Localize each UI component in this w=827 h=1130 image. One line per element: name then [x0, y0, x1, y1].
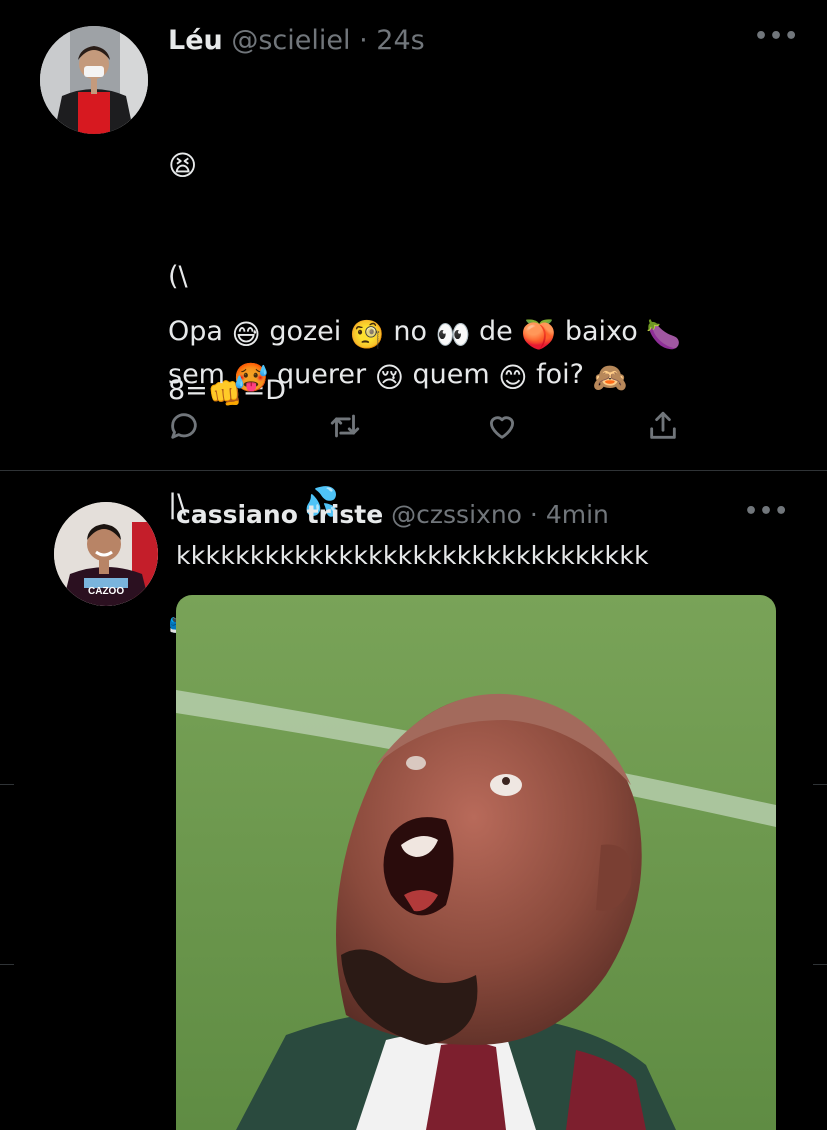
tweet-header: Léu @scieliel · 24s [168, 24, 425, 58]
share-icon[interactable] [643, 404, 683, 448]
side-divider [0, 784, 14, 785]
tweet-actions [0, 404, 827, 452]
like-icon[interactable] [482, 404, 522, 448]
tweet-media-image[interactable] [176, 595, 776, 1130]
timestamp[interactable]: 4min [546, 500, 609, 529]
jersey-sponsor-text: CAZOO [88, 586, 124, 597]
separator-dot: · [529, 500, 538, 529]
separator-dot: · [359, 25, 368, 56]
see-no-evil-monkey-emoji: 🙈 [592, 361, 628, 394]
eggplant-emoji: 🍆 [646, 318, 682, 351]
face-with-monocle-emoji: 🧐 [349, 318, 385, 351]
smiling-face-emoji: 😊 [498, 361, 528, 394]
avatar-cassiano-image: CAZOO [54, 502, 158, 606]
display-name[interactable]: cassiano triste [176, 500, 383, 529]
eyes-emoji: 👀 [435, 318, 471, 351]
word: Opa [168, 316, 223, 347]
user-handle[interactable]: @scieliel [231, 25, 350, 56]
tired-face-emoji: 😫 [168, 149, 198, 182]
tweet-header: cassiano triste @czssixno · 4min [176, 499, 609, 531]
word: no [393, 316, 427, 347]
display-name[interactable]: Léu [168, 25, 223, 56]
reply-icon[interactable] [164, 404, 204, 448]
side-divider [813, 964, 827, 965]
retweet-icon[interactable] [325, 404, 365, 448]
crying-face-emoji: 😢 [374, 361, 404, 394]
tweet-text: Opa 😅 gozei 🧐 no 👀 de 🍑 baixo 🍆 sem 🥵 qu… [168, 310, 681, 396]
avatar-cassiano[interactable]: CAZOO [54, 502, 158, 606]
avatar-leu[interactable] [40, 26, 148, 134]
peach-emoji: 🍑 [521, 318, 557, 351]
tweet-leu[interactable]: Léu @scieliel · 24s ••• 😫 (\ 8=👊=D |\💦 👟… [0, 0, 827, 636]
more-options-icon[interactable]: ••• [754, 24, 799, 49]
word: gozei [269, 316, 342, 347]
word: sem [168, 359, 225, 390]
word: baixo [564, 316, 638, 347]
word: de [479, 316, 513, 347]
grinning-face-with-sweat-emoji: 😅 [231, 318, 261, 351]
side-divider [813, 784, 827, 785]
ascii-line: (\ [168, 261, 188, 292]
avatar-leu-image [40, 26, 148, 134]
side-divider [0, 964, 14, 965]
screaming-player-image [176, 595, 776, 1130]
word: querer [277, 359, 367, 390]
tweet-cassiano[interactable]: CAZOO cassiano triste @czssixno · 4min •… [0, 471, 827, 1130]
more-options-icon[interactable]: ••• [744, 499, 789, 524]
timestamp[interactable]: 24s [376, 25, 424, 56]
word: quem [412, 359, 490, 390]
hot-face-emoji: 🥵 [233, 361, 269, 394]
word: foi? [536, 359, 584, 390]
user-handle[interactable]: @czssixno [391, 500, 522, 529]
tweet-text: kkkkkkkkkkkkkkkkkkkkkkkkkkkkkkkk [176, 541, 649, 570]
